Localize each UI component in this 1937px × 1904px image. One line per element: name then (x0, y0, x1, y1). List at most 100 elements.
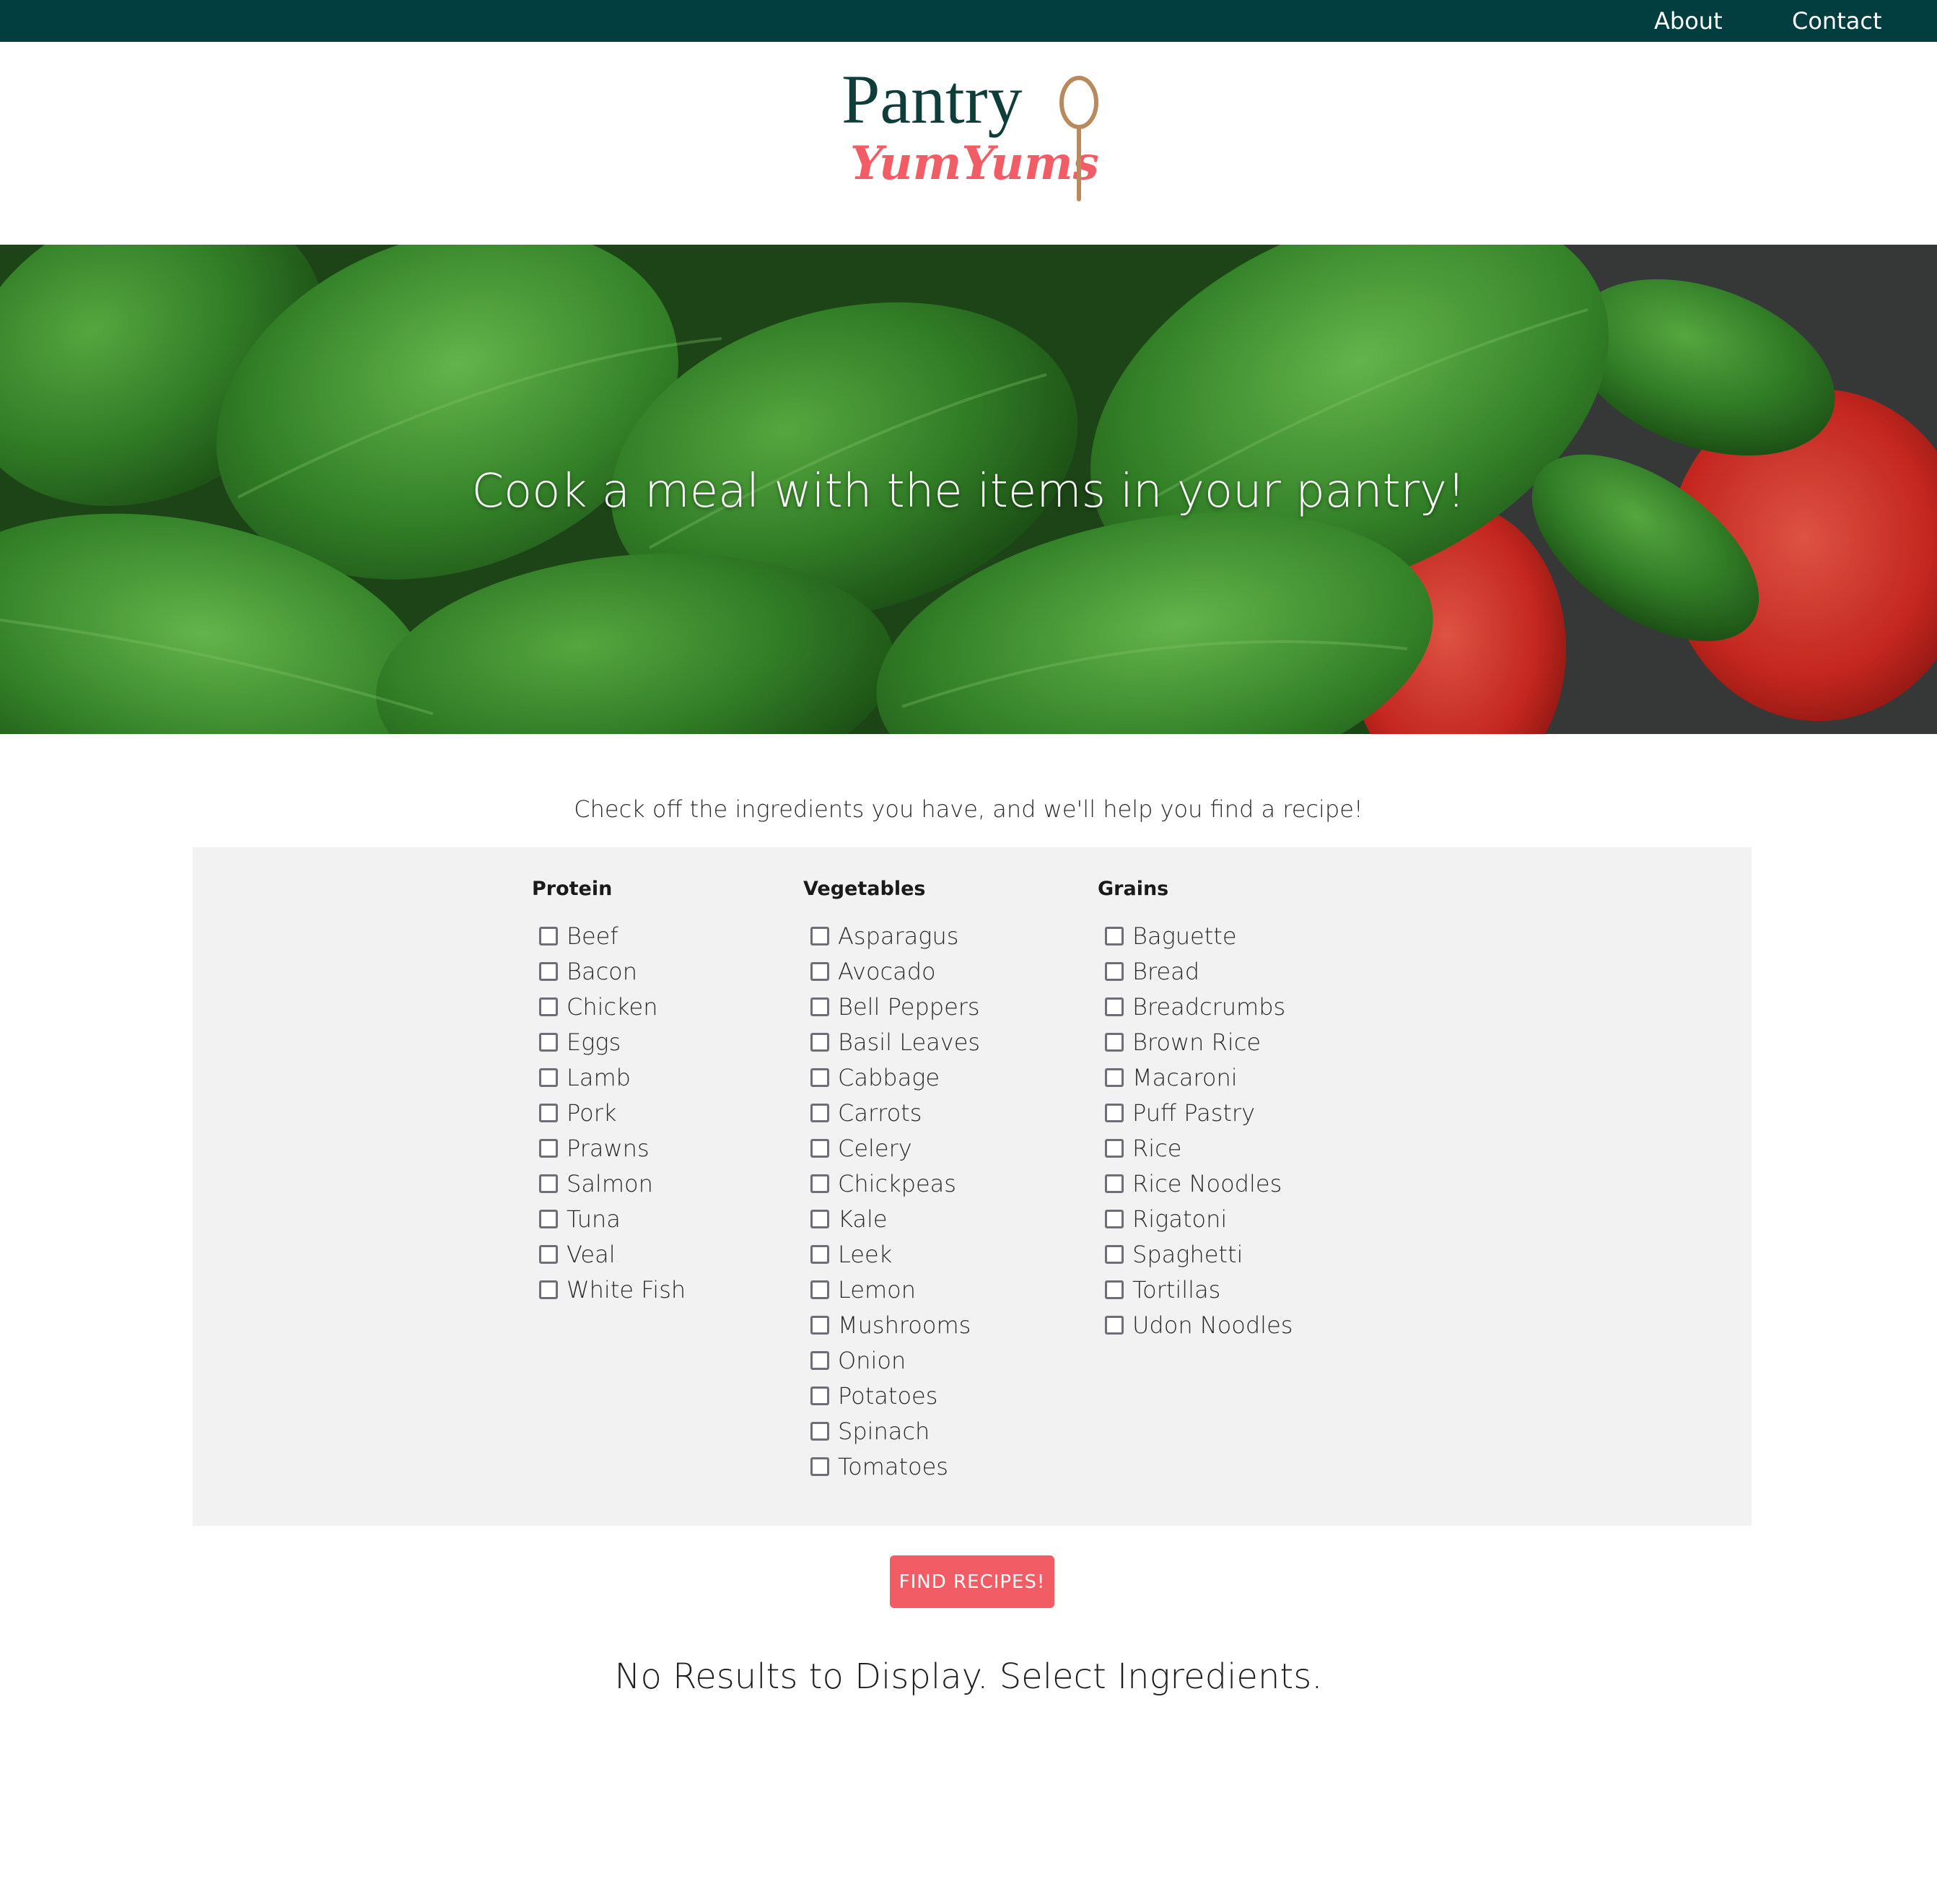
ingredient-label[interactable]: Veal (567, 1241, 616, 1268)
ingredient-checkbox[interactable] (539, 1138, 558, 1158)
ingredient-item[interactable]: Chicken (532, 989, 686, 1024)
ingredient-label[interactable]: Lemon (838, 1276, 916, 1303)
ingredient-checkbox[interactable] (810, 1386, 829, 1405)
ingredient-checkbox[interactable] (1105, 1315, 1124, 1335)
ingredient-label[interactable]: Leek (838, 1241, 892, 1268)
ingredient-checkbox[interactable] (1105, 926, 1124, 946)
ingredient-item[interactable]: Bell Peppers (803, 989, 980, 1024)
ingredient-checkbox[interactable] (539, 1209, 558, 1228)
ingredient-checkbox[interactable] (539, 1032, 558, 1052)
ingredient-item[interactable]: Leek (803, 1236, 980, 1272)
ingredient-label[interactable]: Bacon (567, 958, 637, 985)
ingredient-label[interactable]: Spinach (838, 1418, 930, 1445)
ingredient-label[interactable]: Bell Peppers (838, 993, 980, 1021)
ingredient-checkbox[interactable] (810, 1244, 829, 1264)
ingredient-label[interactable]: Pork (567, 1099, 616, 1127)
ingredient-item[interactable]: Brown Rice (1098, 1024, 1293, 1060)
ingredient-checkbox[interactable] (1105, 1032, 1124, 1052)
ingredient-label[interactable]: Kale (838, 1205, 888, 1233)
ingredient-item[interactable]: Spaghetti (1098, 1236, 1293, 1272)
ingredient-item[interactable]: Tortillas (1098, 1272, 1293, 1307)
ingredient-item[interactable]: Potatoes (803, 1378, 980, 1413)
ingredient-item[interactable]: Lamb (532, 1060, 686, 1095)
ingredient-checkbox[interactable] (539, 1067, 558, 1087)
site-logo[interactable]: Pantry YumYums (837, 61, 1104, 209)
ingredient-label[interactable]: Tortillas (1132, 1276, 1220, 1303)
ingredient-checkbox[interactable] (539, 926, 558, 946)
ingredient-label[interactable]: Chicken (567, 993, 657, 1021)
ingredient-checkbox[interactable] (810, 1067, 829, 1087)
ingredient-checkbox[interactable] (810, 1315, 829, 1335)
ingredient-label[interactable]: Lamb (567, 1064, 631, 1091)
ingredient-label[interactable]: Potatoes (838, 1382, 937, 1410)
ingredient-checkbox[interactable] (810, 961, 829, 981)
ingredient-label[interactable]: Puff Pastry (1132, 1099, 1255, 1127)
ingredient-item[interactable]: Tuna (532, 1201, 686, 1236)
ingredient-checkbox[interactable] (539, 1174, 558, 1193)
ingredient-item[interactable]: Basil Leaves (803, 1024, 980, 1060)
ingredient-label[interactable]: Chickpeas (838, 1170, 956, 1197)
ingredient-item[interactable]: Macaroni (1098, 1060, 1293, 1095)
ingredient-item[interactable]: Salmon (532, 1166, 686, 1201)
ingredient-checkbox[interactable] (539, 1244, 558, 1264)
ingredient-checkbox[interactable] (1105, 1174, 1124, 1193)
ingredient-checkbox[interactable] (810, 1280, 829, 1299)
ingredient-checkbox[interactable] (1105, 961, 1124, 981)
ingredient-label[interactable]: Bread (1132, 958, 1199, 985)
ingredient-item[interactable]: Spinach (803, 1413, 980, 1449)
ingredient-label[interactable]: Basil Leaves (838, 1029, 980, 1056)
ingredient-item[interactable]: Eggs (532, 1024, 686, 1060)
ingredient-checkbox[interactable] (810, 926, 829, 946)
ingredient-label[interactable]: Rice Noodles (1132, 1170, 1282, 1197)
ingredient-label[interactable]: Rigatoni (1132, 1205, 1227, 1233)
ingredient-label[interactable]: Cabbage (838, 1064, 940, 1091)
ingredient-label[interactable]: Asparagus (838, 922, 958, 950)
ingredient-label[interactable]: Carrots (838, 1099, 922, 1127)
ingredient-item[interactable]: Rigatoni (1098, 1201, 1293, 1236)
ingredient-checkbox[interactable] (539, 961, 558, 981)
ingredient-item[interactable]: Pork (532, 1095, 686, 1130)
ingredient-label[interactable]: Eggs (567, 1029, 621, 1056)
ingredient-label[interactable]: White Fish (567, 1276, 686, 1303)
ingredient-item[interactable]: Breadcrumbs (1098, 989, 1293, 1024)
ingredient-item[interactable]: Beef (532, 918, 686, 953)
ingredient-checkbox[interactable] (810, 1174, 829, 1193)
ingredient-label[interactable]: Baguette (1132, 922, 1237, 950)
ingredient-item[interactable]: Mushrooms (803, 1307, 980, 1342)
find-recipes-button[interactable]: FIND RECIPES! (890, 1555, 1054, 1608)
ingredient-item[interactable]: Puff Pastry (1098, 1095, 1293, 1130)
ingredient-checkbox[interactable] (1105, 1103, 1124, 1122)
ingredient-label[interactable]: Mushrooms (838, 1311, 971, 1339)
ingredient-checkbox[interactable] (810, 1350, 829, 1370)
ingredient-label[interactable]: Avocado (838, 958, 936, 985)
ingredient-item[interactable]: Lemon (803, 1272, 980, 1307)
ingredient-item[interactable]: Bread (1098, 953, 1293, 989)
ingredient-item[interactable]: Asparagus (803, 918, 980, 953)
ingredient-label[interactable]: Beef (567, 922, 618, 950)
ingredient-item[interactable]: Avocado (803, 953, 980, 989)
ingredient-label[interactable]: Brown Rice (1132, 1029, 1261, 1056)
ingredient-item[interactable]: Onion (803, 1342, 980, 1378)
ingredient-label[interactable]: Tuna (567, 1205, 621, 1233)
ingredient-checkbox[interactable] (1105, 1244, 1124, 1264)
ingredient-label[interactable]: Spaghetti (1132, 1241, 1243, 1268)
ingredient-item[interactable]: Baguette (1098, 918, 1293, 953)
ingredient-label[interactable]: Rice (1132, 1135, 1181, 1162)
ingredient-checkbox[interactable] (1105, 1067, 1124, 1087)
ingredient-checkbox[interactable] (810, 1138, 829, 1158)
ingredient-label[interactable]: Onion (838, 1347, 906, 1374)
ingredient-checkbox[interactable] (1105, 1280, 1124, 1299)
ingredient-label[interactable]: Tomatoes (838, 1453, 948, 1480)
ingredient-checkbox[interactable] (1105, 1138, 1124, 1158)
ingredient-label[interactable]: Macaroni (1132, 1064, 1238, 1091)
ingredient-item[interactable]: Rice (1098, 1130, 1293, 1166)
ingredient-item[interactable]: Udon Noodles (1098, 1307, 1293, 1342)
ingredient-checkbox[interactable] (539, 1103, 558, 1122)
nav-about-link[interactable]: About (1654, 0, 1723, 42)
ingredient-item[interactable]: Tomatoes (803, 1449, 980, 1484)
ingredient-checkbox[interactable] (810, 1457, 829, 1476)
ingredient-checkbox[interactable] (539, 997, 558, 1016)
ingredient-item[interactable]: Cabbage (803, 1060, 980, 1095)
ingredient-label[interactable]: Salmon (567, 1170, 653, 1197)
ingredient-item[interactable]: Prawns (532, 1130, 686, 1166)
